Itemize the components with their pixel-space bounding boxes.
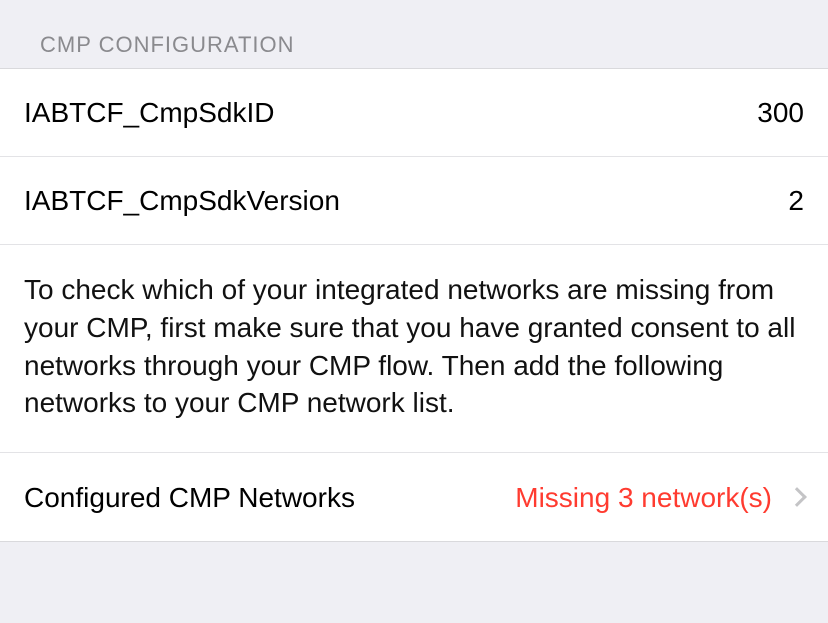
row-iabtcf-cmp-sdk-id: IABTCF_CmpSdkID 300 xyxy=(0,69,828,157)
row-label: IABTCF_CmpSdkID xyxy=(24,95,275,130)
row-configured-cmp-networks[interactable]: Configured CMP Networks Missing 3 networ… xyxy=(0,453,828,541)
row-status-missing-networks: Missing 3 network(s) xyxy=(515,480,772,515)
row-cmp-description: To check which of your integrated networ… xyxy=(0,245,828,453)
row-value: 300 xyxy=(757,95,804,130)
cmp-configuration-list: IABTCF_CmpSdkID 300 IABTCF_CmpSdkVersion… xyxy=(0,68,828,542)
row-iabtcf-cmp-sdk-version: IABTCF_CmpSdkVersion 2 xyxy=(0,157,828,245)
row-label: Configured CMP Networks xyxy=(24,480,355,515)
chevron-right-icon xyxy=(787,487,807,507)
row-right-group: Missing 3 network(s) xyxy=(515,480,804,515)
row-value: 2 xyxy=(788,183,804,218)
section-header-cmp-configuration: CMP Configuration xyxy=(0,0,828,68)
row-label: IABTCF_CmpSdkVersion xyxy=(24,183,340,218)
